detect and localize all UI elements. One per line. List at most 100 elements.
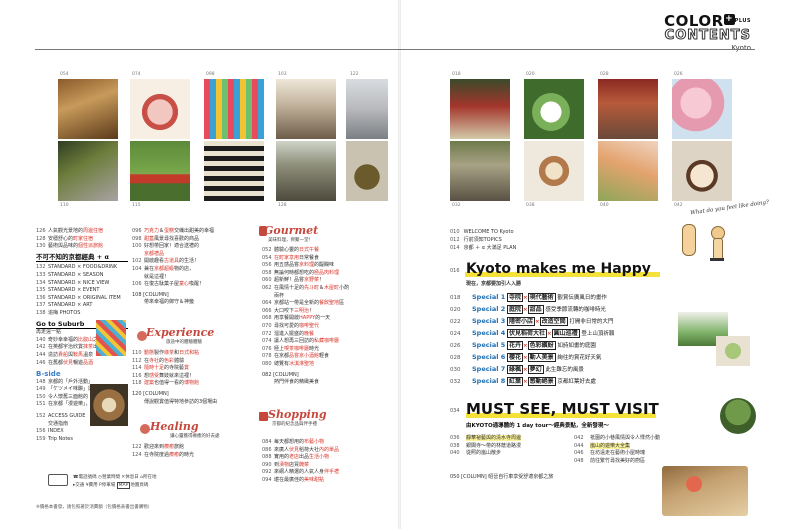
mascot-icon [708, 226, 726, 266]
toc-item[interactable]: 159 Trip Notes [36, 436, 128, 444]
photo-page-number: 110 [60, 203, 69, 208]
toc-item[interactable]: 088 實用的老店出品生活小物 [262, 454, 392, 462]
photo-matcha-cup [716, 336, 750, 366]
icon-legend-box [48, 474, 68, 486]
toc-item[interactable]: 130 藝術與品味的個性派旅館 [36, 243, 128, 251]
special-item[interactable]: 028 Special 6 櫻花 × 動人美景 絢往的賞花好天氣 [450, 352, 614, 364]
toc-item[interactable]: 092 來網人精選的人氣人身伴手禮 [262, 469, 392, 477]
toc-item[interactable]: 104 兼在京都超級物的店， [132, 266, 242, 274]
toc-item[interactable]: 070 尋找可愛的咖啡聖代 [262, 323, 392, 331]
photo-page-number: 054 [60, 72, 69, 77]
toc-item[interactable]: 124 在寺院度過療癒的時光 [132, 452, 242, 460]
toc-item[interactable]: 078 在京都品嘗京小酒館輕食 [262, 353, 392, 361]
photo-cafe-interior [58, 79, 118, 139]
special-item[interactable]: 020 Special 2 庭院 × 甜品 感受季節流轉的咖啡時光 [450, 304, 614, 316]
plus-icon: + [723, 14, 735, 25]
column-item[interactable]: 082 [COLUMN] [262, 372, 392, 380]
experience-sub: 旅途中的體驗體驗 [166, 340, 202, 345]
toc-item[interactable]: 118 建築也值得一看的博物館 [132, 380, 242, 388]
icon-legend: ☎電話號碼 ◷營業時間 ✕休息日 ⌂所在地 ▸交通 ¥費用 P停車場 MAP 地圖… [73, 474, 157, 490]
legend-address: 所在地 [143, 475, 157, 480]
special-item[interactable]: 022 Special 3 隱密小店 × 改造空間 打開非日常的大門 [450, 316, 614, 328]
toc-item[interactable]: 156 INDEX [36, 428, 128, 436]
toc-item[interactable]: 126 人氣觀光景地的周邊住宿 [36, 228, 128, 236]
toc-item[interactable]: 062 在風情十足的先斗町＆木屋町小酌 [262, 285, 392, 293]
footer-note: ※價格本書發，請包照著於消費額（包價格表書出書購物） [36, 505, 153, 510]
photo-page-number: 028 [600, 72, 609, 77]
experience-title: Experience [146, 326, 215, 339]
special-list: 018 Special 1 寺院 × 現代藝術 觀賞伝廣風日的畫作 020 Specia… [450, 292, 614, 388]
toc-item[interactable]: 048 前往繁竹尋找美好的廚區 [574, 458, 704, 466]
toc-item[interactable]: 110 動態製作綠茶和日式和點 [132, 350, 242, 358]
special-item[interactable]: 024 Special 4 伏見稻荷大社 × 圓山巡禮 登上山頂祈願 [450, 328, 614, 340]
special-item[interactable]: 018 Special 1 寺院 × 現代藝術 觀賞伝廣風日的畫作 [450, 292, 614, 304]
toc-item[interactable]: 080 總覽有冰淇淋聖地 [262, 361, 392, 369]
toc-item[interactable]: 106 在復古駄菓子屋童心喚醒！ [132, 281, 242, 289]
photo-textiles [96, 320, 126, 356]
toc-item[interactable]: 046 在坊遠走在藝術小屋時瑰 [574, 450, 704, 458]
toc-item[interactable]: 146 在舊都伏見暢遊品酒 [36, 360, 128, 368]
happy-subtitle: 現在，京都要加引人入勝 [466, 281, 522, 287]
toc-item[interactable]: 114 隨時十足的寺院藝賞 [132, 365, 242, 373]
toc-item[interactable]: 100 好想帶回家！適合送禮的 [132, 243, 242, 251]
column-item[interactable]: 050 [COLUMN] 昭晉自行車享受舒適京都之旅 [450, 474, 650, 482]
toc-item[interactable]: 134 STANDARD × NICE VIEW [36, 280, 128, 288]
photo-cafe-counter [276, 79, 336, 139]
column-item[interactable]: 120 [COLUMN] [132, 391, 242, 399]
photo-page-number: 103 [278, 72, 287, 77]
header-rule [35, 49, 755, 50]
photo-food-detail [686, 476, 702, 492]
toc-item[interactable]: 132 STANDARD × FOOD&DRINK [36, 264, 128, 272]
toc-item[interactable]: 084 每天都想用的布藝小物 [262, 439, 392, 447]
toc-item[interactable]: 072 溜進入擺盛的晚餐 [262, 331, 392, 339]
photo-pottery [90, 384, 128, 426]
toc-item[interactable]: 074 讓人想再三回訪的私藏咖啡廳 [262, 338, 392, 346]
special-item[interactable]: 030 Special 7 綠楓 × 夢幻 此生難忘的風景 [450, 364, 614, 376]
toc-item[interactable]: 060 超新鮮！品嘗京野菜！ [262, 277, 392, 285]
legend-map: 地圖頁碼 [130, 483, 149, 488]
legend-icon: MAP [116, 482, 131, 489]
bside-heading: B-side [36, 370, 61, 379]
photo-page-number: 026 [674, 72, 683, 77]
logo-plus-word: PLUS [734, 18, 751, 24]
shopping-heading: Shopping 京都的紀念品與伴手禮 [268, 408, 327, 427]
toc-item[interactable]: 137 STANDARD × ART [36, 302, 128, 310]
logo-city: Kyoto [731, 44, 751, 52]
toc-item[interactable]: 136 STANDARD × ORIGINAL ITEM [36, 295, 128, 303]
toc-item[interactable]: 036 靜華祕藝與的清水寺周邊 [450, 435, 580, 443]
toc-item[interactable]: 042 祇園的小巷風情與令人悸然小動 [574, 435, 704, 443]
toc-item[interactable]: 010 WELCOME TO Kyoto [450, 228, 610, 236]
toc-item[interactable]: 135 STANDARD × EVENT [36, 287, 128, 295]
toc-item[interactable]: 040 從照的嵐山散步 [450, 450, 580, 458]
toc-item[interactable]: 012 行前須知TOPICS [450, 236, 610, 244]
right-column-item: 050 [COLUMN] 昭晉自行車享受舒適京都之旅 [450, 474, 650, 482]
toc-item[interactable]: 122 歡迎來到療癒旅館 [132, 444, 242, 452]
happy-title[interactable]: Kyoto makes me Happy [466, 261, 651, 277]
toc-item[interactable]: 133 STANDARD × SEASON [36, 272, 128, 280]
toc-item[interactable]: 068 用享餐開啟HAPPY的一天 [262, 315, 392, 323]
special-item[interactable]: 032 Special 8 紅葉 × 感動絕景 京都紅葉好去處 [450, 376, 614, 388]
legend-closed: 休息日 [125, 475, 139, 480]
must-title[interactable]: MUST SEE, MUST VISIT [466, 400, 659, 418]
special-item[interactable]: 026 Special 5 花卉 × 色彩繽紛 如詩如畫的庭園 [450, 340, 614, 352]
toc-item[interactable]: 056 用五感品嘗京料理的醍醐味 [262, 262, 392, 270]
section-heading-standard: 不可不知的京都經典 + α [36, 253, 128, 263]
toc-item[interactable]: 094 堪在最廣佳的美味甜點 [262, 477, 392, 485]
toc-item[interactable]: 014 京都 ＋ α 大滿足 PLAN [450, 244, 610, 252]
toc-item[interactable]: 052 體驗心靈的日式午餐 [262, 247, 392, 255]
photo-garden-bench [58, 141, 118, 201]
toc-item[interactable]: 064 京都站一帶是全新的餐飲聖地區 [262, 300, 392, 308]
photo-stone [346, 141, 388, 201]
must-list-right: 042 祇園的小巷風情與令人悸然小動 044 嵐山的遊樂大全集 046 在坊遠走在藝術… [574, 435, 704, 465]
photo-shop-front [598, 79, 658, 139]
photo-shrine-gate [130, 141, 190, 201]
photo-round-garden [720, 398, 756, 434]
fork-icon [259, 226, 267, 236]
photo-flowers [598, 141, 658, 201]
photo-page-number: 042 [674, 203, 683, 208]
toc-item[interactable]: 138 追梅 PHOTOS [36, 310, 128, 318]
photo-page-number: 115 [132, 203, 141, 208]
toc-item[interactable]: 096 巧克力＆蛋糕交織出甜美的幸福 [132, 228, 242, 236]
toc-item[interactable]: 102 開啟趣看古道具的生活！ [132, 258, 242, 266]
speech-bubble-text: What do you feel like doing? [689, 199, 770, 217]
